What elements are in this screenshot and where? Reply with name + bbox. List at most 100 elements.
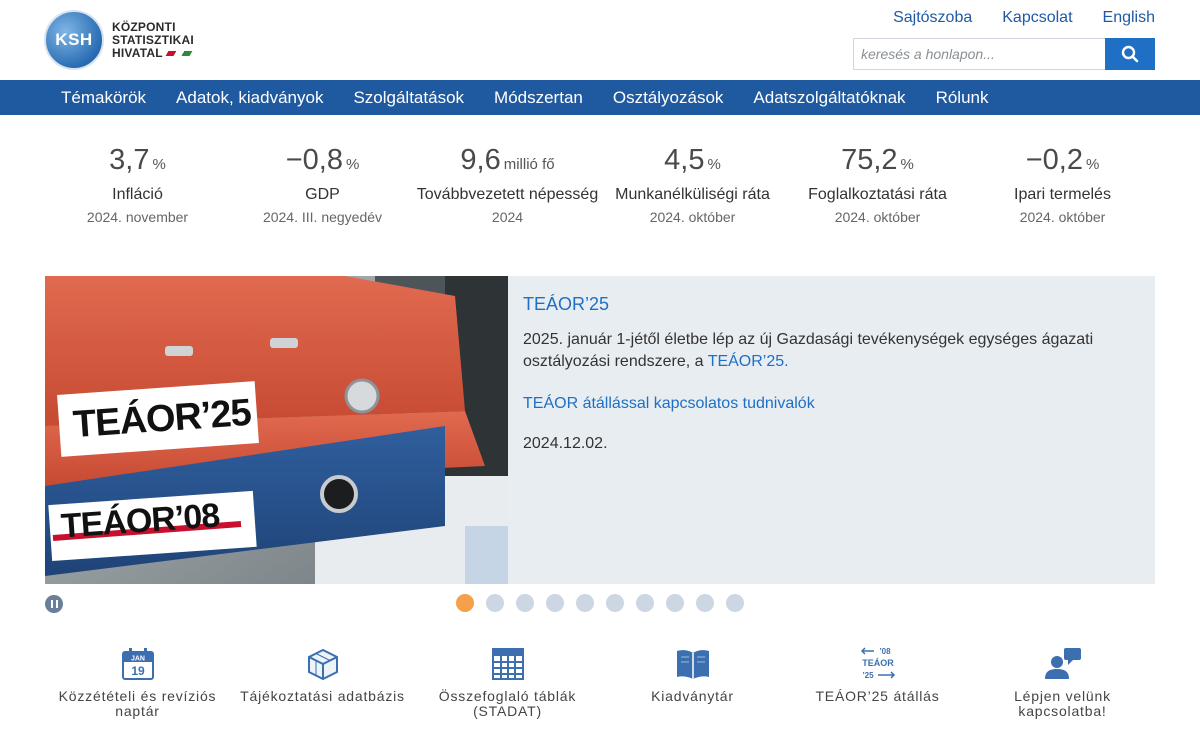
nav-item-data-providers[interactable]: Adatszolgáltatóknak xyxy=(738,80,920,115)
slide-info-link[interactable]: TEÁOR átállással kapcsolatos tudnivalók xyxy=(523,395,1123,413)
book-icon xyxy=(600,646,785,682)
indicator-value-row: 4,5% xyxy=(600,140,785,185)
indicator-name: GDP xyxy=(305,186,340,203)
slider-dot[interactable] xyxy=(636,594,654,612)
quick-link-stadat[interactable]: Összefoglaló táblák (STADAT) xyxy=(415,646,600,719)
indicator-unit: millió fő xyxy=(503,156,555,173)
slide-body-link[interactable]: TEÁOR’25. xyxy=(708,353,789,370)
top-links: Sajtószoba Kapcsolat English xyxy=(893,9,1155,27)
search-button[interactable] xyxy=(1105,38,1155,70)
indicator-industrial-production[interactable]: −0,2% Ipari termelés 2024. október xyxy=(970,140,1155,225)
indicator-period: 2024. október xyxy=(834,209,921,225)
slide-body: 2025. január 1-jétől életbe lép az új Ga… xyxy=(523,329,1123,373)
quick-link-label: Kiadványtár xyxy=(651,688,734,704)
indicator-value-row: −0,8% xyxy=(230,140,415,185)
indicator-unit: % xyxy=(345,156,360,173)
indicator-value-row: 75,2% xyxy=(785,140,970,185)
flag-stripe xyxy=(165,50,193,56)
indicator-name: Infláció xyxy=(112,186,163,203)
indicator-period: 2024. október xyxy=(649,209,736,225)
indicator-gdp[interactable]: −0,8% GDP 2024. III. negyedév xyxy=(230,140,415,225)
indicator-inflation[interactable]: 3,7% Infláció 2024. november xyxy=(45,140,230,225)
search-box xyxy=(853,38,1155,70)
contact-icon xyxy=(970,646,1155,682)
slider-dot[interactable] xyxy=(606,594,624,612)
slide-date: 2024.12.02. xyxy=(523,435,608,452)
indicator-unit: % xyxy=(1085,156,1100,173)
indicator-value-row: 3,7% xyxy=(45,140,230,185)
slider-pagination xyxy=(456,594,744,612)
top-link-english[interactable]: English xyxy=(1103,9,1155,27)
indicator-unit: % xyxy=(152,156,166,173)
ksh-logo[interactable]: KSH KÖZPONTI STATISZTIKAI HIVATAL xyxy=(44,10,194,70)
indicator-name: Foglalkoztatási ráta xyxy=(808,186,947,203)
slide-title[interactable]: TEÁOR’25 xyxy=(523,294,1123,315)
nav-item-topics[interactable]: Témakörök xyxy=(46,80,161,115)
main-nav: Témakörök Adatok, kiadványok Szolgáltatá… xyxy=(0,80,1200,115)
indicator-value: −0,8 xyxy=(285,144,343,176)
quick-link-contact[interactable]: Lépjen velünk kapcsolatba! xyxy=(970,646,1155,719)
calendar-icon: JAN 19 xyxy=(45,646,230,682)
indicator-value-row: −0,2% xyxy=(970,140,1155,185)
indicator-unemployment[interactable]: 4,5% Munkanélküliségi ráta 2024. október xyxy=(600,140,785,225)
indicator-value: 4,5 xyxy=(664,144,705,176)
indicator-value: 3,7 xyxy=(109,144,150,176)
indicator-unit: % xyxy=(900,156,914,173)
nav-item-about[interactable]: Rólunk xyxy=(921,80,1004,115)
site-header: KSH KÖZPONTI STATISZTIKAI HIVATAL Sajtós… xyxy=(0,0,1200,80)
slider-dot[interactable] xyxy=(726,594,744,612)
indicator-period: 2024 xyxy=(491,209,524,225)
calendar-day: 19 xyxy=(131,664,145,678)
slider-dot[interactable] xyxy=(546,594,564,612)
indicator-value: 9,6 xyxy=(460,144,501,176)
teaor-icon-top: ’08 xyxy=(879,647,891,656)
logo-emblem: KSH xyxy=(44,10,104,70)
indicator-employment[interactable]: 75,2% Foglalkoztatási ráta 2024. október xyxy=(785,140,970,225)
search-input[interactable] xyxy=(853,38,1105,70)
logo-abbr: KSH xyxy=(55,30,93,49)
indicator-population[interactable]: 9,6 millió fő Továbbvezetett népesség 202… xyxy=(415,140,600,225)
indicator-period: 2024. november xyxy=(86,209,189,225)
quick-link-label: TEÁOR’25 átállás xyxy=(815,688,940,704)
indicator-name: Ipari termelés xyxy=(1014,186,1111,203)
slide-image[interactable]: TEÁOR’25 TEÁOR’08 xyxy=(45,276,508,584)
indicator-name: Munkanélküliségi ráta xyxy=(615,186,770,203)
search-icon xyxy=(1121,45,1139,63)
indicator-value: 75,2 xyxy=(841,144,898,176)
quick-link-database[interactable]: Tájékoztatási adatbázis xyxy=(230,646,415,719)
slide-content: TEÁOR’25 2025. január 1-jétől életbe lép… xyxy=(523,294,1123,453)
quick-link-label: Lépjen velünk kapcsolatba! xyxy=(1014,688,1111,719)
slider-dot[interactable] xyxy=(696,594,714,612)
top-link-contact[interactable]: Kapcsolat xyxy=(1002,9,1072,27)
calendar-month: JAN xyxy=(130,656,144,663)
quick-link-teaor[interactable]: ’08 TEÁOR ’25 TEÁOR’25 átállás xyxy=(785,646,970,719)
slider-pause-button[interactable] xyxy=(45,595,63,613)
nav-item-data[interactable]: Adatok, kiadványok xyxy=(161,80,338,115)
slider-dot[interactable] xyxy=(666,594,684,612)
indicator-period: 2024. október xyxy=(1019,209,1106,225)
cube-icon xyxy=(230,646,415,682)
quick-link-label: Összefoglaló táblák (STADAT) xyxy=(438,688,577,719)
indicator-period: 2024. III. negyedév xyxy=(262,209,383,225)
slider-dot[interactable] xyxy=(516,594,534,612)
top-link-press[interactable]: Sajtószoba xyxy=(893,9,972,27)
indicator-value: −0,2 xyxy=(1025,144,1083,176)
slider-dot[interactable] xyxy=(576,594,594,612)
quick-link-calendar[interactable]: JAN 19 Közzétételi és revíziós naptár xyxy=(45,646,230,719)
slide-body-text: 2025. január 1-jétől életbe lép az új Ga… xyxy=(523,331,1094,370)
nav-item-services[interactable]: Szolgáltatások xyxy=(338,80,479,115)
slider-dot[interactable] xyxy=(486,594,504,612)
teaor-icon-bottom: ’25 xyxy=(862,671,874,680)
logo-line-3: HIVATAL xyxy=(112,45,163,60)
logo-line-3-row: HIVATAL xyxy=(112,45,194,60)
teaor-icon: ’08 TEÁOR ’25 xyxy=(785,646,970,682)
key-indicators: 3,7% Infláció 2024. november −0,8% GDP 2… xyxy=(45,140,1155,225)
logo-wordmark: KÖZPONTI STATISZTIKAI HIVATAL xyxy=(112,19,194,60)
quick-link-publications[interactable]: Kiadványtár xyxy=(600,646,785,719)
slider-dot[interactable] xyxy=(456,594,474,612)
quick-links: JAN 19 Közzétételi és revíziós naptár Tá… xyxy=(45,646,1155,719)
nav-item-methodology[interactable]: Módszertan xyxy=(479,80,598,115)
nav-item-classifications[interactable]: Osztályozások xyxy=(598,80,739,115)
logo-line-1: KÖZPONTI xyxy=(112,19,176,34)
news-slider: TEÁOR’25 TEÁOR’08 TEÁOR’25 2025. január … xyxy=(45,276,1155,584)
